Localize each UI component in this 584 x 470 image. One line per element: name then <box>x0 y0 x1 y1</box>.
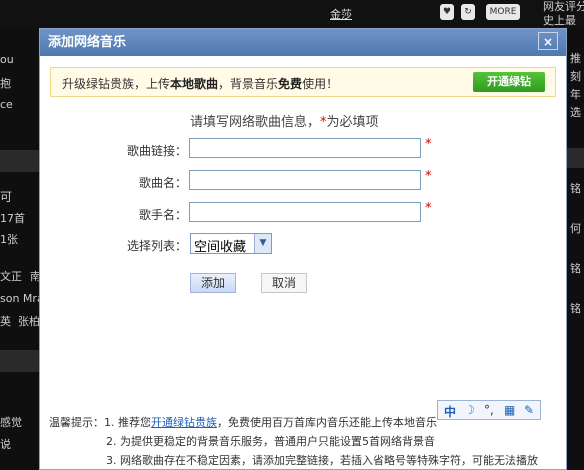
bg-left-5: 1张 <box>0 233 18 246</box>
ime-mode-icon[interactable]: 中 <box>444 403 456 420</box>
singer-input[interactable] <box>189 202 421 222</box>
top-link[interactable]: 金莎 <box>330 6 352 22</box>
tips-line3-num: 3. <box>106 454 117 467</box>
tips-line-3: 3. 网络歌曲存在不稳定因素，请添加完整链接，若插入省略号等特殊字符，可能无法播… <box>49 451 538 469</box>
bg-left-bar <box>0 150 39 172</box>
tips-title: 温馨提示： <box>49 416 104 429</box>
bg-right-bar <box>567 148 584 168</box>
promo-bold-free: 免费 <box>278 77 303 91</box>
promo-middle: ，背景音乐 <box>218 77 279 91</box>
bg-left-2: ce <box>0 98 13 111</box>
bg-left-4: 17首 <box>0 212 25 225</box>
bg-right-3: 刻 <box>570 70 581 83</box>
bg-left-0: ou <box>0 53 14 66</box>
dialog-title: 添加网络音乐 <box>48 35 127 50</box>
song-link-label: 歌曲链接： <box>126 144 187 158</box>
bg-right-1: 史上最 <box>543 14 576 27</box>
intro-prefix: 请填写网络歌曲信息， <box>190 115 321 130</box>
promo-banner: 升级绿钻贵族，上传本地歌曲，背景音乐免费使用！ 开通绿钻 <box>50 67 556 97</box>
singer-required: * <box>425 201 432 216</box>
bg-left-bar-2 <box>0 350 39 372</box>
singer-label: 歌手名： <box>138 208 187 222</box>
bg-right-4: 年 <box>570 88 581 101</box>
playlist-select[interactable]: 空间收藏 ▼ <box>190 233 272 255</box>
tips-line2-num: 2. <box>106 435 117 448</box>
song-link-input[interactable] <box>189 138 421 158</box>
promo-suffix: 使用！ <box>302 77 339 91</box>
ime-toolbar[interactable]: 中 ☽ °, ▦ ✎ <box>437 400 541 420</box>
promo-text: 升级绿钻贵族，上传本地歌曲，背景音乐免费使用！ <box>62 75 338 92</box>
promo-bold: 本地歌曲 <box>170 77 219 91</box>
tips-line1-pre: 推荐您 <box>118 416 151 429</box>
bg-right-8: 何 <box>570 222 581 235</box>
add-button[interactable]: 添加 <box>190 273 236 293</box>
open-green-diamond-button[interactable]: 开通绿钻 <box>473 72 545 92</box>
bg-left-3: 可 <box>0 190 13 204</box>
song-name-required: * <box>425 169 432 184</box>
promo-prefix: 升级绿钻贵族，上传 <box>62 77 171 91</box>
cancel-button[interactable]: 取消 <box>261 273 307 293</box>
share-icon[interactable]: ↻ <box>461 4 475 20</box>
tips-line-2: 2. 为提供更稳定的背景音乐服务，普通用户只能设置5首网络背景音 <box>49 432 538 451</box>
close-icon[interactable]: × <box>538 32 558 50</box>
bg-left-8: son Mra <box>0 292 44 305</box>
tips-section: 温馨提示：1. 推荐您开通绿钻贵族，免费使用百万首库内音乐还能上传本地音乐 2.… <box>49 413 538 469</box>
tips-line3: 网络歌曲存在不稳定因素，请添加完整链接，若插入省略号等特殊字符，可能无法播放 <box>120 454 538 467</box>
punctuation-icon[interactable]: °, <box>484 403 494 417</box>
moon-icon[interactable]: ☽ <box>464 403 475 417</box>
tips-line2: 为提供更稳定的背景音乐服务，普通用户只能设置5首网络背景音 <box>120 435 435 448</box>
heart-icon[interactable]: ♥ <box>440 4 454 20</box>
bg-right-5: 选 <box>570 106 581 119</box>
form-intro: 请填写网络歌曲信息，*为必填项 <box>190 111 379 130</box>
wrench-icon[interactable]: ✎ <box>524 403 534 417</box>
bg-right-7: 铭 <box>570 182 581 195</box>
bg-left-6: 文正 <box>0 270 22 283</box>
song-name-label: 歌曲名： <box>138 176 187 190</box>
bg-left-12: 说 <box>0 438 11 451</box>
chevron-down-icon[interactable]: ▼ <box>254 234 271 253</box>
bg-left-11: 感觉 <box>0 416 22 429</box>
green-diamond-link[interactable]: 开通绿钻贵族 <box>151 416 217 429</box>
bg-left-10: 张柏 <box>18 315 40 328</box>
more-button[interactable]: MORE <box>486 4 520 20</box>
bg-left-1: 抱 <box>0 77 11 90</box>
bg-left-9: 英 <box>0 315 11 328</box>
keyboard-icon[interactable]: ▦ <box>504 403 515 417</box>
song-link-required: * <box>425 137 432 152</box>
playlist-value: 空间收藏 <box>194 240 247 255</box>
song-name-input[interactable] <box>189 170 421 190</box>
bg-right-9: 铭 <box>570 262 581 275</box>
playlist-label: 选择列表： <box>126 239 187 253</box>
dialog-titlebar[interactable]: 添加网络音乐 × <box>40 29 566 56</box>
intro-suffix: 为必填项 <box>326 115 379 130</box>
tips-line1-num: 1. <box>104 416 115 429</box>
bg-right-10: 铭 <box>570 302 581 315</box>
bg-right-2: 推 <box>570 52 581 65</box>
tips-line1-post: ，免费使用百万首库内音乐还能上传本地音乐 <box>217 416 437 429</box>
